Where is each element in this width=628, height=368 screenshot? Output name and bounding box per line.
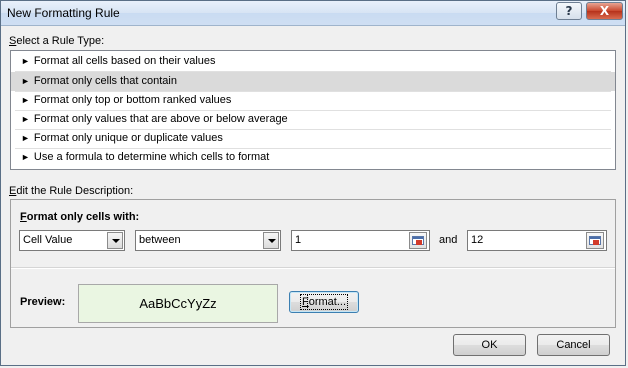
arrow-icon: ► [21, 95, 30, 105]
rule-type-item-top-bottom[interactable]: ► Format only top or bottom ranked values [11, 91, 615, 110]
ok-button[interactable]: OK [453, 334, 526, 356]
rule-type-item-unique-duplicate[interactable]: ► Format only unique or duplicate values [11, 129, 615, 148]
format-preview: AaBbCcYyZz [78, 284, 278, 323]
rule-type-item-above-below-average[interactable]: ► Format only values that are above or be… [11, 110, 615, 129]
close-button[interactable]: X [586, 2, 623, 20]
new-formatting-rule-dialog: New Formatting Rule ? X Select a Rule Ty… [0, 0, 626, 366]
title-bar[interactable]: New Formatting Rule ? X [1, 1, 625, 26]
format-only-cells-with-label: Format only cells with: [20, 211, 140, 223]
format-button[interactable]: Format... [289, 291, 359, 313]
rule-type-item-all-cells[interactable]: ► Format all cells based on their values [11, 52, 615, 71]
condition-type-select[interactable]: Cell Value [19, 230, 125, 251]
arrow-icon: ► [21, 133, 30, 143]
cancel-button[interactable]: Cancel [537, 334, 610, 356]
operator-select[interactable]: between [135, 230, 281, 251]
window-title: New Formatting Rule [7, 6, 120, 20]
help-button[interactable]: ? [556, 2, 582, 20]
arrow-icon: ► [21, 152, 30, 162]
preview-label: Preview: [20, 296, 66, 308]
rule-type-heading: Select a Rule Type: [9, 35, 105, 47]
chevron-down-icon[interactable] [263, 232, 279, 249]
value2-input[interactable]: 12 [467, 230, 607, 251]
range-picker-icon[interactable] [586, 232, 604, 249]
rule-type-list[interactable]: ► Format all cells based on their values … [10, 50, 616, 170]
arrow-icon: ► [21, 56, 30, 66]
rule-type-item-formula[interactable]: ► Use a formula to determine which cells … [11, 148, 615, 167]
range-picker-icon[interactable] [409, 232, 427, 249]
arrow-icon: ► [21, 76, 30, 86]
value1-input[interactable]: 1 [291, 230, 430, 251]
chevron-down-icon[interactable] [107, 232, 123, 249]
rule-description-heading: Edit the Rule Description: [9, 185, 134, 197]
arrow-icon: ► [21, 114, 30, 124]
rule-type-item-cells-that-contain[interactable]: ► Format only cells that contain [11, 72, 615, 91]
and-label: and [439, 234, 458, 246]
